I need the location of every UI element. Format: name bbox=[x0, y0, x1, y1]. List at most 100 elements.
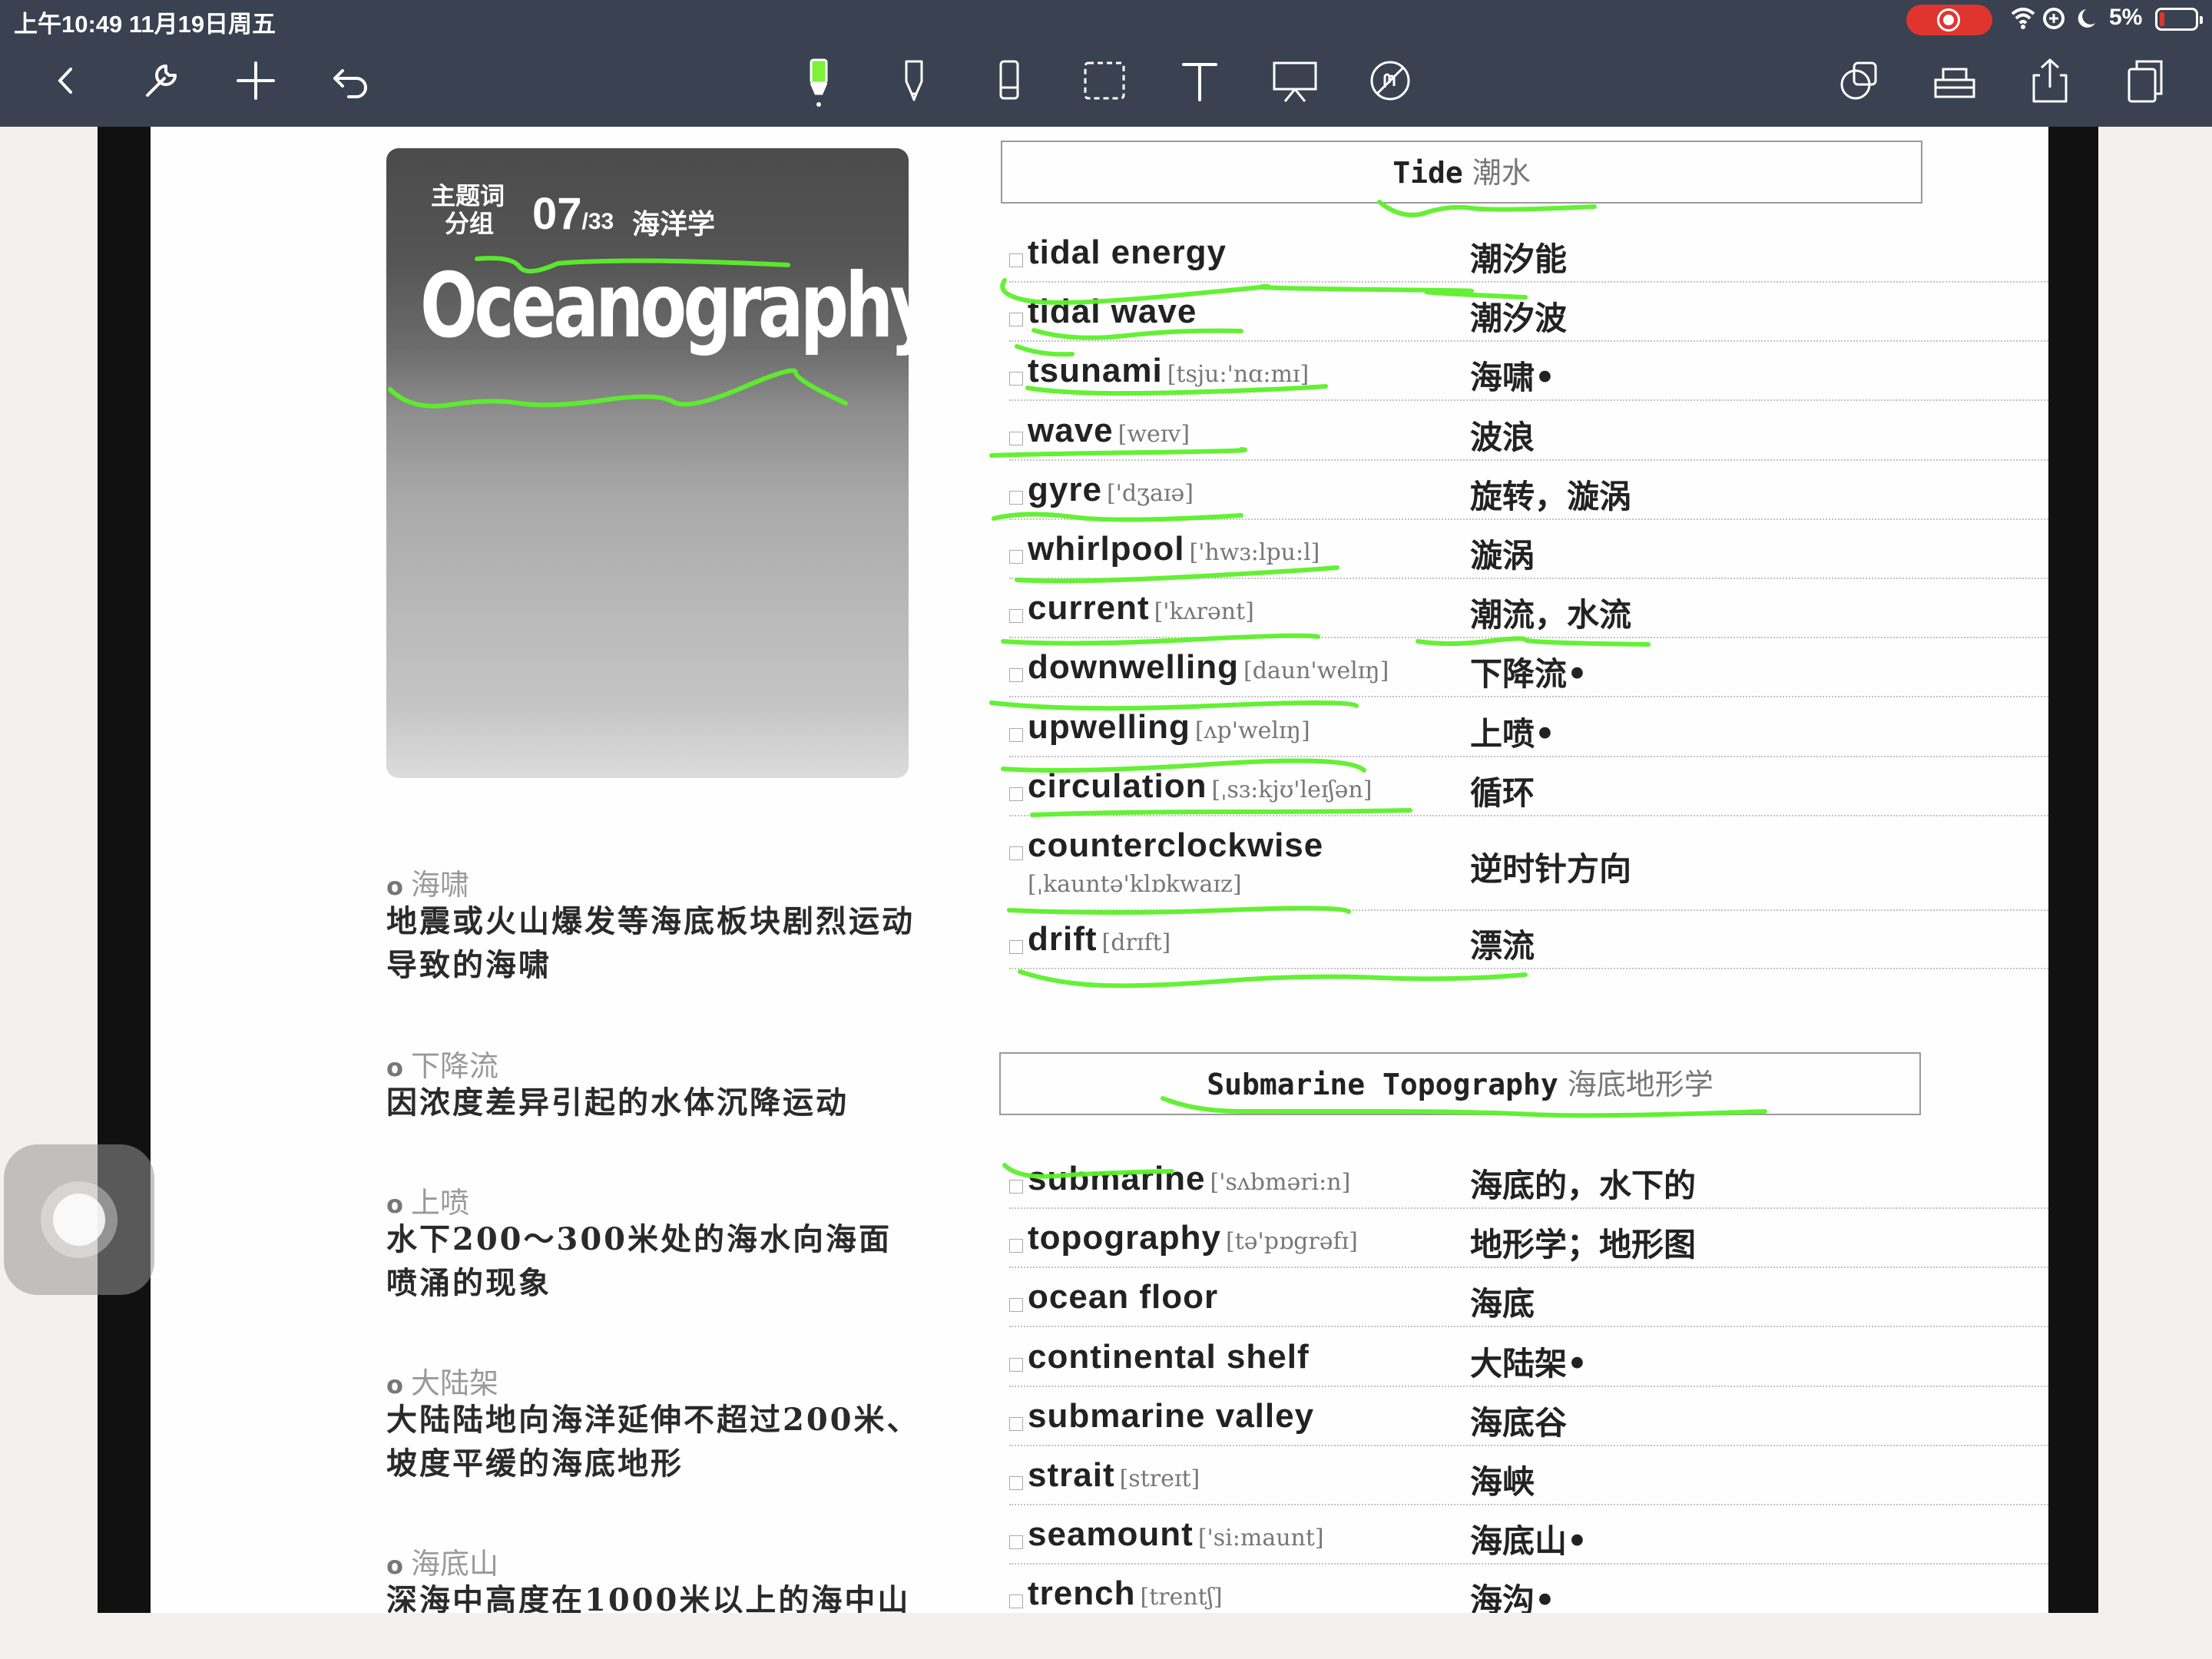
text-tool[interactable] bbox=[1171, 52, 1228, 109]
vocab-meaning: 循环 bbox=[1470, 773, 1535, 812]
shapes-button[interactable] bbox=[1831, 52, 1888, 109]
vocab-phonetic: ['dʒaɪə] bbox=[1106, 479, 1194, 507]
vocab-checkbox[interactable] bbox=[1009, 786, 1023, 801]
vocab-row: circulation [ˌsɜ:kjʊ'leɪʃən] 循环 bbox=[1009, 758, 2048, 816]
cover-image: 主题词 分组 07/33 海洋学 Oceanography bbox=[386, 148, 909, 778]
vocab-phonetic: [streɪt] bbox=[1119, 1465, 1200, 1492]
eraser-tool[interactable] bbox=[981, 52, 1038, 109]
vocab-checkbox[interactable] bbox=[1009, 727, 1023, 742]
vocab-word: tidal energy bbox=[1028, 233, 1227, 271]
vocab-word: continental shelf bbox=[1028, 1337, 1310, 1376]
vocab-phonetic: [ˌsɜ:kjʊ'leɪʃən] bbox=[1211, 776, 1373, 803]
pages-button[interactable] bbox=[2117, 52, 2174, 109]
vocab-checkbox[interactable] bbox=[1009, 1476, 1023, 1490]
vocab-checkbox[interactable] bbox=[1009, 431, 1023, 445]
vocab-phonetic: [tə'pɒgrəfɪ] bbox=[1225, 1228, 1358, 1256]
note-heading: 上喷 bbox=[386, 1179, 924, 1220]
vocab-checkbox[interactable] bbox=[1009, 609, 1023, 624]
note-tsunami: 海啸 地震或火山爆发等海底板块剧烈运动导致的海啸 bbox=[386, 861, 924, 987]
vocab-phonetic: [ʌp'welɪŋ] bbox=[1194, 717, 1310, 744]
note-body: 深海中高度在1000米以上的海中山 bbox=[386, 1582, 911, 1613]
share-button[interactable] bbox=[2022, 52, 2078, 109]
pen-tool[interactable] bbox=[886, 52, 942, 109]
note-continental-shelf: 大陆架 大陆陆地向海洋延伸不超过200米、坡度平缓的海底地形 bbox=[386, 1359, 924, 1485]
highlighter-tool[interactable] bbox=[790, 52, 847, 109]
vocab-checkbox[interactable] bbox=[1009, 1180, 1023, 1194]
section-header-submarine-topography: Submarine Topography 海底地形学 bbox=[999, 1052, 1921, 1115]
vocab-phonetic: [daun'welɪŋ] bbox=[1243, 657, 1389, 685]
vocab-meaning: 潮汐波 bbox=[1470, 300, 1568, 338]
board-icon bbox=[1273, 61, 1317, 102]
whiteboard-tool[interactable] bbox=[1267, 52, 1323, 109]
vocab-word: submarine valley bbox=[1028, 1396, 1315, 1435]
vocab-checkbox[interactable] bbox=[1009, 940, 1023, 954]
vocab-row: tidal wave 潮汐波 bbox=[1009, 283, 2048, 343]
battery-icon bbox=[2155, 8, 2203, 31]
add-button[interactable] bbox=[227, 52, 284, 109]
vocab-checkbox[interactable] bbox=[1009, 1416, 1023, 1431]
no-touch-icon bbox=[1370, 61, 1410, 101]
vocab-word: circulation [ˌsɜ:kjʊ'leɪʃən] bbox=[1028, 767, 1373, 805]
document-page[interactable]: 主题词 分组 07/33 海洋学 Oceanography 海啸 地震或火山爆发… bbox=[151, 127, 2048, 1613]
screen-recording-indicator[interactable] bbox=[1906, 5, 1992, 35]
lasso-tool[interactable] bbox=[1076, 52, 1133, 109]
back-button[interactable] bbox=[37, 52, 94, 109]
vocab-phonetic: ['kʌrənt] bbox=[1154, 598, 1254, 626]
vocab-checkbox[interactable] bbox=[1009, 1298, 1023, 1313]
vocab-meaning: 潮汐能 bbox=[1470, 240, 1568, 278]
vocab-word: upwelling [ʌp'welɪŋ] bbox=[1028, 707, 1310, 746]
note-heading: 下降流 bbox=[386, 1042, 924, 1083]
vocab-meaning: 地形学；地形图 bbox=[1470, 1226, 1697, 1264]
marketplace-button[interactable] bbox=[1926, 52, 1983, 109]
vocab-meaning: 海峡 bbox=[1470, 1463, 1535, 1501]
section-header-tide: Tide 潮水 bbox=[1001, 141, 1922, 204]
vocab-row: gyre ['dʒaɪə] 旋转，漩涡 bbox=[1009, 462, 2048, 520]
vocab-meaning: 上喷• bbox=[1470, 714, 1555, 753]
vocab-checkbox[interactable] bbox=[1009, 253, 1023, 267]
vocab-word: whirlpool ['hwɜ:lpu:l] bbox=[1028, 530, 1320, 568]
link-tool[interactable] bbox=[1362, 52, 1419, 109]
vocab-row: current ['kʌrənt] 潮流，水流 bbox=[1009, 580, 2048, 639]
vocab-row: submarine valley 海底谷 bbox=[1009, 1388, 2048, 1446]
note-heading: 海啸 bbox=[386, 861, 924, 902]
vocab-checkbox[interactable] bbox=[1009, 1239, 1023, 1253]
cover-topic: 海洋学 bbox=[632, 208, 716, 240]
settings-button[interactable] bbox=[132, 52, 189, 109]
wifi-icon bbox=[2009, 5, 2101, 38]
vocab-checkbox[interactable] bbox=[1009, 372, 1023, 386]
vocab-meaning: 海底的，水下的 bbox=[1470, 1167, 1697, 1204]
vocab-checkbox[interactable] bbox=[1009, 1357, 1023, 1372]
note-seamount: 海底山 深海中高度在1000米以上的海中山 bbox=[386, 1540, 924, 1613]
plus-icon bbox=[237, 61, 275, 100]
vocab-checkbox[interactable] bbox=[1009, 846, 1023, 860]
vocab-row: submarine ['sʌbməri:n] 海底的，水下的 bbox=[1009, 1151, 2048, 1209]
vocab-meaning: 漩涡 bbox=[1470, 537, 1535, 575]
vocab-checkbox[interactable] bbox=[1009, 668, 1023, 683]
vocab-word: topography [tə'pɒgrəfɪ] bbox=[1028, 1219, 1358, 1257]
note-heading: 大陆架 bbox=[386, 1359, 924, 1400]
vocab-meaning: 潮流，水流 bbox=[1470, 596, 1632, 634]
vocab-meaning: 旋转，漩涡 bbox=[1470, 477, 1632, 515]
app-toolbar: 上午10:49 11月19日周五 5% bbox=[0, 0, 2212, 127]
assistive-touch-icon bbox=[41, 1181, 118, 1258]
vocab-checkbox[interactable] bbox=[1009, 550, 1023, 564]
lasso-select-icon bbox=[1084, 61, 1125, 100]
note-body: 因浓度差异引起的水体沉降运动 bbox=[386, 1084, 849, 1121]
vocab-checkbox[interactable] bbox=[1009, 313, 1023, 327]
vocab-checkbox[interactable] bbox=[1009, 1594, 1023, 1609]
vocab-word: tsunami [tsju:'nɑ:mɪ] bbox=[1028, 352, 1310, 390]
cover-title: Oceanography bbox=[420, 254, 909, 358]
assistive-touch-button[interactable] bbox=[4, 1144, 154, 1295]
vocab-row: continental shelf 大陆架• bbox=[1009, 1329, 2048, 1387]
chevron-left-icon bbox=[58, 68, 72, 94]
vocab-row: strait [streɪt] 海峡 bbox=[1009, 1447, 2048, 1505]
vocab-meaning: 海底 bbox=[1470, 1285, 1535, 1323]
vocab-phonetic: [drɪft] bbox=[1101, 929, 1171, 956]
vocab-word: current ['kʌrənt] bbox=[1028, 589, 1254, 628]
vocab-checkbox[interactable] bbox=[1009, 1535, 1023, 1550]
vocab-phonetic: ['sʌbməri:n] bbox=[1210, 1169, 1351, 1196]
vocab-checkbox[interactable] bbox=[1009, 490, 1023, 505]
vocab-word: trench [trentʃ] bbox=[1028, 1575, 1223, 1613]
tray-icon bbox=[1934, 68, 1975, 98]
undo-button[interactable] bbox=[323, 52, 379, 109]
